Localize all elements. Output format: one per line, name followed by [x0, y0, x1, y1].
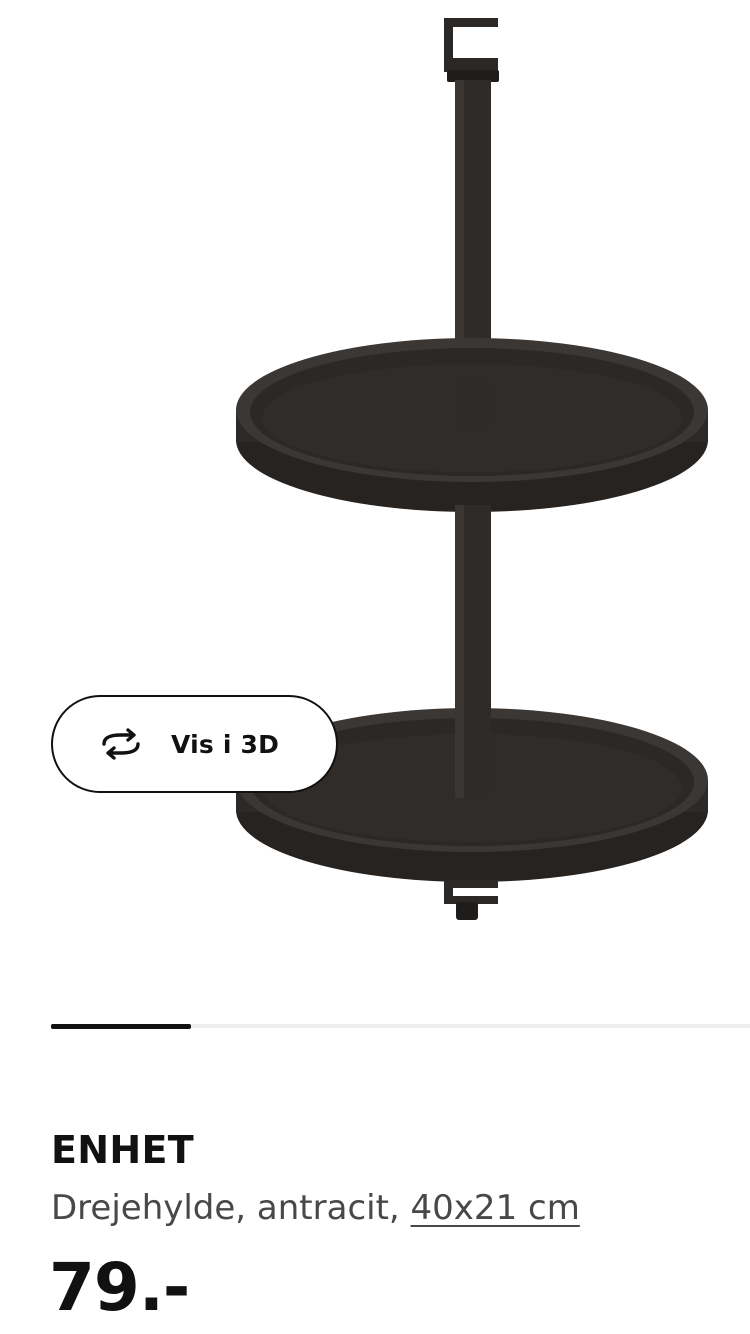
product-dimensions-link[interactable]: 40x21 cm [411, 1188, 580, 1228]
view-in-3d-button[interactable]: Vis i 3D [51, 695, 338, 793]
rotating-shelf-illustration [236, 18, 708, 920]
view-in-3d-label: Vis i 3D [171, 729, 280, 759]
carousel-progress-indicator [51, 1024, 191, 1029]
rotate-3d-icon [95, 728, 147, 760]
product-name: ENHET [51, 1128, 194, 1172]
product-description-line: Drejehylde, antracit, 40x21 cm [51, 1188, 580, 1228]
product-description: Drejehylde, antracit, [51, 1188, 400, 1228]
product-price: 79.- [49, 1249, 190, 1326]
product-image[interactable] [0, 0, 750, 990]
image-carousel-scrollbar[interactable] [51, 1024, 750, 1029]
